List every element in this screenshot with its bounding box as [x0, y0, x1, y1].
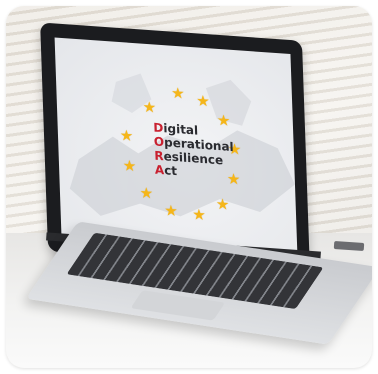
star-icon: ★: [170, 84, 185, 103]
star-icon: ★: [163, 202, 179, 221]
star-icon: ★: [139, 184, 154, 203]
star-icon: ★: [196, 92, 211, 111]
dora-title: Digital Operational Resilience Act: [153, 120, 235, 182]
star-icon: ★: [119, 127, 134, 146]
star-icon: ★: [142, 98, 157, 117]
star-icon: ★: [122, 157, 137, 176]
title-initial: D: [153, 120, 164, 136]
photo-frame: ★ ★ ★ ★ ★ ★ ★ ★ ★ ★ ★ ★ Digital Operatio…: [6, 6, 372, 368]
star-icon: ★: [215, 195, 230, 214]
title-rest: ct: [163, 163, 178, 179]
star-icon: ★: [192, 206, 207, 225]
laptop-screen: ★ ★ ★ ★ ★ ★ ★ ★ ★ ★ ★ ★ Digital Operatio…: [54, 37, 298, 251]
